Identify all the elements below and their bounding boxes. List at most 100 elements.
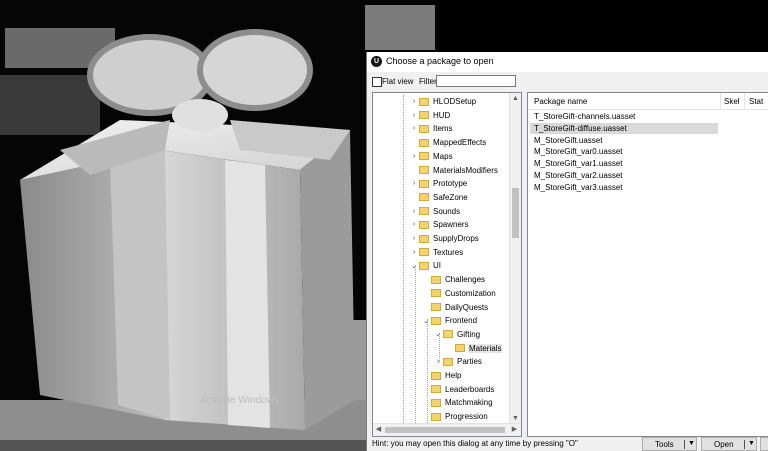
chevron-right-icon[interactable]: ›: [409, 112, 419, 119]
tree-item-safezone[interactable]: SafeZone: [409, 191, 469, 204]
scroll-up-icon[interactable]: ▲: [510, 93, 521, 104]
folder-icon: [431, 289, 441, 298]
column-header-skel[interactable]: Skel: [724, 97, 740, 106]
tree-item-label: Help: [445, 371, 462, 380]
tree-item-ui[interactable]: ⌄ UI: [409, 259, 442, 272]
activation-watermark: Activate Windows: [200, 395, 279, 406]
folder-icon: [431, 398, 441, 407]
chevron-down-icon[interactable]: ▼: [748, 440, 755, 447]
tree-item-label: HUD: [433, 110, 451, 120]
tree-item-label: SafeZone: [433, 192, 468, 202]
chevron-down-icon[interactable]: ⌄: [433, 330, 443, 338]
cancel-button[interactable]: [760, 437, 768, 451]
tree-item-materialsmodifiers[interactable]: MaterialsModifiers: [409, 164, 499, 177]
chevron-right-icon[interactable]: ›: [409, 180, 419, 187]
tree-item-label: Textures: [433, 247, 464, 257]
chevron-right-icon[interactable]: ›: [409, 249, 419, 256]
folder-icon: [419, 124, 429, 133]
tree-item-label: Challenges: [445, 275, 486, 285]
package-row[interactable]: T_StoreGift-diffuse.uasset: [530, 122, 718, 134]
chevron-right-icon[interactable]: ›: [409, 153, 419, 160]
package-row[interactable]: T_StoreGift-channels.uasset: [530, 111, 718, 122]
tree-item-label: Items: [433, 124, 453, 134]
tree-item-label: UI: [433, 261, 441, 271]
tree-item-progression[interactable]: Progression: [421, 410, 489, 423]
folder-icon: [419, 207, 429, 216]
package-list[interactable]: Package name Skel Stat T_StoreGift-chann…: [527, 92, 768, 437]
package-chooser-dialog: U Choose a package to open Flat view Fil…: [366, 52, 768, 451]
tree-item-customization[interactable]: Customization: [421, 287, 497, 300]
package-row[interactable]: M_StoreGift_var3.uasset: [530, 182, 718, 193]
folder-icon: [431, 275, 441, 284]
tree-item-label: MaterialsModifiers: [433, 165, 498, 175]
chevron-right-icon[interactable]: ›: [409, 125, 419, 132]
tree-item-matchmaking[interactable]: Matchmaking: [421, 396, 494, 409]
chevron-right-icon[interactable]: ›: [409, 221, 419, 228]
tree-horizontal-scrollbar[interactable]: ◀ ▶: [373, 423, 521, 436]
scroll-thumb[interactable]: [512, 188, 519, 238]
chevron-right-icon[interactable]: ›: [409, 208, 419, 215]
tree-item-prototype[interactable]: › Prototype: [409, 177, 468, 190]
tree-item-items[interactable]: › Items: [409, 122, 454, 135]
tree-item-materials[interactable]: Materials: [445, 342, 503, 355]
scroll-left-icon[interactable]: ◀: [373, 424, 384, 435]
column-divider[interactable]: [720, 93, 721, 109]
package-row[interactable]: M_StoreGift_var2.uasset: [530, 170, 718, 181]
scroll-right-icon[interactable]: ▶: [509, 424, 520, 435]
tree-item-maps[interactable]: › Maps: [409, 150, 454, 163]
folder-tree[interactable]: › HLODSetup › HUD › Items MappedEffects › Maps Ma…: [372, 92, 522, 437]
flat-view-checkbox[interactable]: [372, 77, 382, 87]
tree-item-dailyquests[interactable]: DailyQuests: [421, 301, 489, 314]
tree-item-label: SupplyDrops: [433, 234, 479, 243]
folder-icon: [419, 179, 429, 188]
chevron-right-icon[interactable]: ›: [409, 98, 419, 105]
tree-item-label: Materials: [468, 343, 503, 353]
chevron-right-icon[interactable]: ›: [409, 235, 419, 242]
column-header-package-name[interactable]: Package name: [534, 97, 587, 106]
tree-item-label: Spawners: [433, 220, 469, 230]
tree-item-textures[interactable]: › Textures: [409, 246, 464, 259]
chevron-right-icon[interactable]: ›: [433, 358, 443, 365]
folder-icon: [431, 316, 441, 325]
column-header-stat[interactable]: Stat: [749, 97, 763, 106]
tree-item-hlodsetup[interactable]: › HLODSetup: [409, 95, 477, 108]
tree-item-gifting[interactable]: ⌄ Gifting: [433, 328, 481, 341]
button-divider: [744, 440, 745, 449]
chevron-down-icon[interactable]: ▼: [688, 440, 695, 447]
folder-icon: [455, 344, 465, 353]
tree-item-supplydrops[interactable]: › SupplyDrops: [409, 232, 480, 245]
tree-item-hud[interactable]: › HUD: [409, 109, 451, 122]
tree-item-frontend[interactable]: ⌄ Frontend: [421, 314, 478, 327]
tree-vertical-scrollbar[interactable]: ▲ ▼: [509, 93, 521, 424]
button-divider: [684, 440, 685, 449]
tree-item-label: Sounds: [433, 206, 461, 216]
tree-item-parties[interactable]: › Parties: [433, 355, 483, 368]
folder-icon: [419, 138, 429, 147]
tree-item-label: Maps: [433, 151, 453, 161]
tree-item-leaderboards[interactable]: Leaderboards: [421, 383, 495, 396]
open-button[interactable]: Open ▼: [701, 437, 757, 451]
folder-icon: [419, 220, 429, 229]
chevron-down-icon[interactable]: ⌄: [409, 262, 419, 270]
tree-item-challenges[interactable]: Challenges: [421, 273, 486, 286]
tree-item-sounds[interactable]: › Sounds: [409, 205, 461, 218]
package-row[interactable]: M_StoreGift.uasset: [530, 135, 718, 146]
tools-button[interactable]: Tools ▼: [642, 437, 697, 451]
folder-icon: [419, 248, 429, 257]
tree-item-label: Progression: [445, 412, 488, 422]
package-row[interactable]: M_StoreGift_var0.uasset: [530, 146, 718, 157]
tree-item-mappedeffects[interactable]: MappedEffects: [409, 136, 487, 149]
tree-item-label: Frontend: [445, 316, 478, 326]
column-divider[interactable]: [744, 93, 745, 109]
package-row[interactable]: M_StoreGift_var1.uasset: [530, 158, 718, 169]
tree-item-spawners[interactable]: › Spawners: [409, 218, 470, 231]
folder-icon: [419, 261, 429, 270]
chevron-down-icon[interactable]: ⌄: [421, 317, 431, 325]
tree-guide-line: [427, 319, 428, 436]
scroll-thumb[interactable]: [385, 427, 505, 433]
tree-guide-line: [403, 95, 404, 425]
folder-icon: [419, 234, 429, 243]
title-bar[interactable]: U Choose a package to open: [367, 52, 768, 72]
filter-input[interactable]: [436, 75, 516, 87]
hint-text: Hint: you may open this dialog at any ti…: [372, 439, 578, 448]
